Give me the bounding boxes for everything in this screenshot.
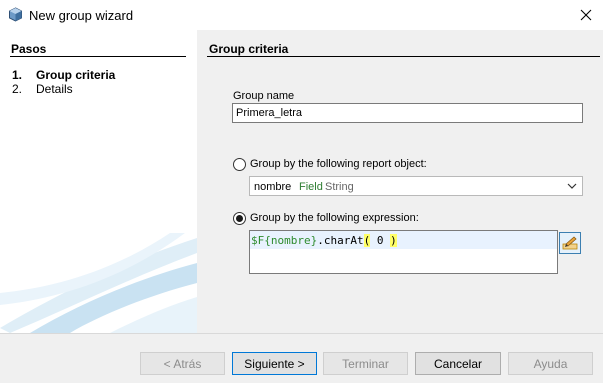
expression-code: $F{nombre}.charAt( 0 ) <box>251 234 397 247</box>
expression-method-token: .charAt <box>317 234 364 247</box>
decorative-swoosh <box>0 233 197 333</box>
expression-option-label: Group by the following expression: <box>250 212 419 224</box>
steps-header: Pasos <box>11 42 47 56</box>
chevron-down-icon[interactable] <box>562 177 582 195</box>
expression-argument: 0 <box>370 234 391 247</box>
report-object-name: nombre <box>254 181 292 193</box>
step-details: 2. Details <box>12 82 73 96</box>
report-object-class: String <box>325 181 354 193</box>
next-button[interactable]: Siguiente > <box>232 352 317 375</box>
report-object-radio[interactable] <box>233 158 246 171</box>
group-name-label: Group name <box>233 90 295 102</box>
panel-divider <box>207 56 600 57</box>
expression-close-paren: ) <box>390 234 397 247</box>
panel-title: Group criteria <box>209 42 289 56</box>
step-number: 1. <box>12 68 23 82</box>
report-object-select[interactable]: nombre Field String <box>249 176 583 196</box>
back-button[interactable]: < Atrás <box>140 352 225 375</box>
step-label: Details <box>36 82 73 96</box>
button-bar: < Atrás Siguiente > Terminar Cancelar Ay… <box>0 334 603 383</box>
criteria-panel: Group criteria Group name Primera_letra … <box>197 30 603 333</box>
report-object-option-label: Group by the following report object: <box>250 158 427 170</box>
report-object-type: Field <box>299 181 323 193</box>
step-group-criteria: 1. Group criteria <box>12 68 115 82</box>
group-name-input[interactable]: Primera_letra <box>232 103 583 123</box>
edit-expression-icon[interactable] <box>559 232 581 254</box>
finish-button[interactable]: Terminar <box>323 352 408 375</box>
expression-field-token: $F{nombre} <box>251 234 318 247</box>
step-label: Group criteria <box>36 68 116 82</box>
app-cube-icon <box>8 7 23 22</box>
close-icon[interactable] <box>575 4 597 26</box>
steps-panel: Pasos 1. Group criteria 2. Details <box>0 30 197 333</box>
expression-radio[interactable] <box>233 212 246 225</box>
expression-editor[interactable]: $F{nombre}.charAt( 0 ) <box>249 230 558 274</box>
step-number: 2. <box>12 82 23 96</box>
help-button[interactable]: Ayuda <box>508 352 593 375</box>
steps-divider <box>10 56 186 57</box>
window-title: New group wizard <box>29 8 134 23</box>
cancel-button[interactable]: Cancelar <box>415 352 501 375</box>
title-bar: New group wizard <box>0 0 603 30</box>
